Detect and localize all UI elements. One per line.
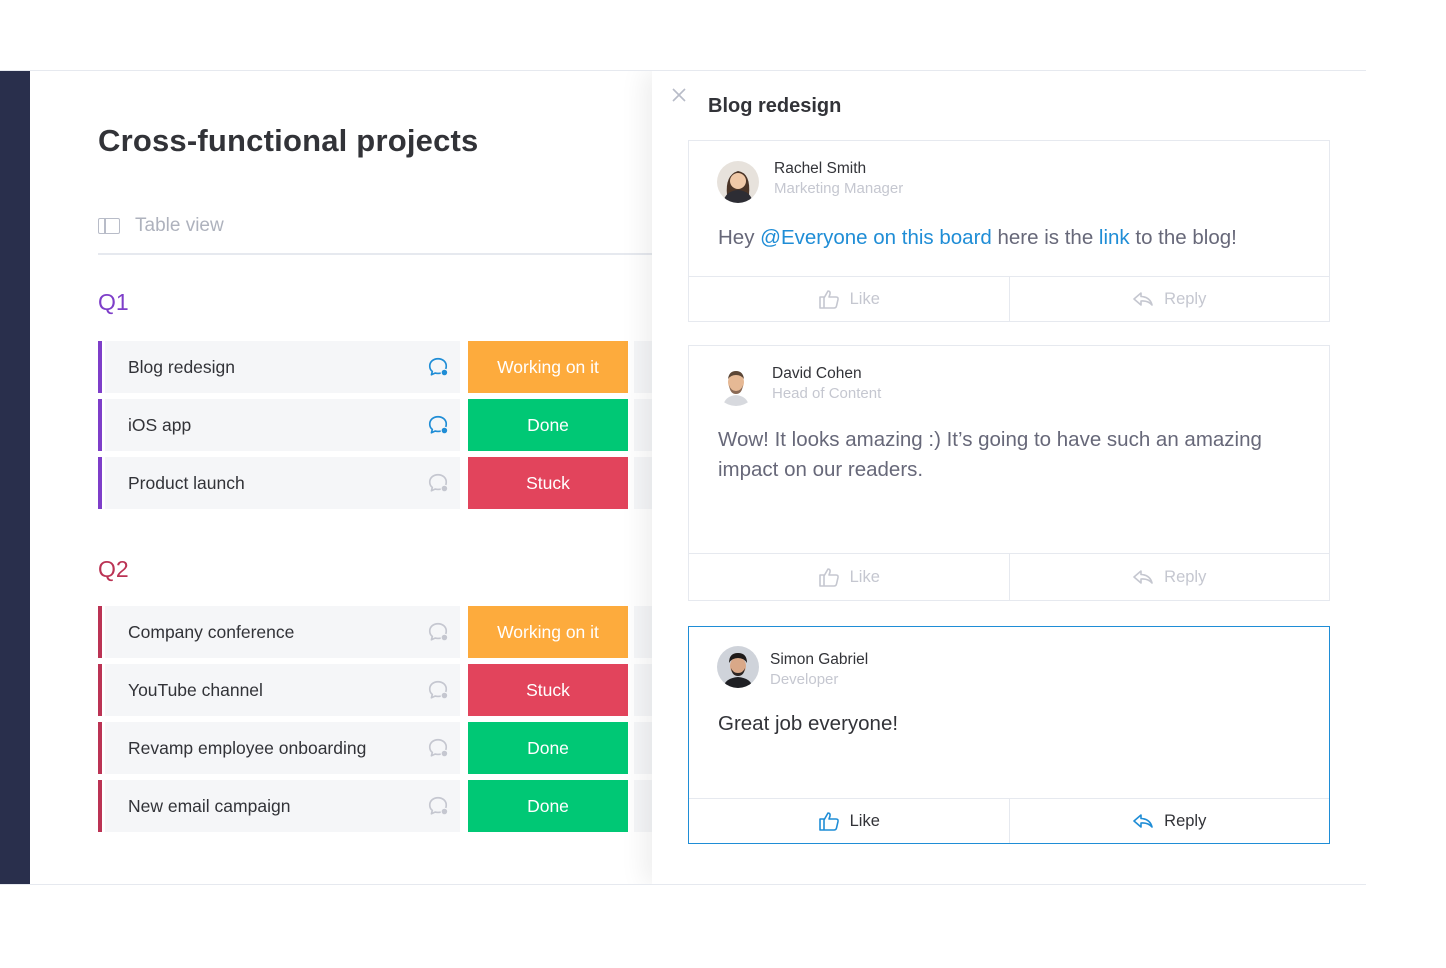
item-name-cell[interactable]: New email campaign (105, 780, 460, 832)
reply-arrow-icon (1133, 814, 1153, 828)
reply-label: Reply (1164, 567, 1207, 586)
item-name: YouTube channel (128, 680, 263, 700)
blog-link[interactable]: link (1099, 226, 1130, 249)
updates-bubble-icon[interactable] (427, 414, 449, 436)
table-row[interactable]: Revamp employee onboarding Done (98, 722, 658, 774)
update-body: Great job everyone! (718, 712, 899, 735)
update-text: here is the (991, 226, 1099, 249)
like-label: Like (849, 811, 880, 830)
reply-label: Reply (1164, 811, 1207, 830)
item-name-cell[interactable]: YouTube channel (105, 664, 460, 716)
item-name: Product launch (128, 473, 245, 493)
reply-arrow-icon (1133, 292, 1153, 306)
item-name: Company conference (128, 622, 295, 642)
group-color-bar (98, 341, 102, 393)
table-view-icon (98, 218, 120, 234)
updates-bubble-icon[interactable] (427, 621, 449, 643)
thumbs-up-icon (818, 812, 839, 831)
reply-button[interactable]: Reply (1008, 799, 1330, 843)
status-cell[interactable]: Stuck (468, 457, 628, 509)
updates-bubble-icon[interactable] (427, 356, 449, 378)
avatar (717, 161, 759, 203)
update-author[interactable]: Rachel Smith (774, 160, 866, 178)
update-author-role: Marketing Manager (774, 180, 904, 197)
mention-link[interactable]: @Everyone on this board (760, 226, 992, 249)
update-author-role: Head of Content (772, 385, 882, 402)
left-navigation-rail (0, 71, 30, 884)
item-name-cell[interactable]: iOS app (105, 399, 460, 451)
group-color-bar (98, 780, 102, 832)
update-author-role: Developer (770, 671, 839, 688)
item-name: Revamp employee onboarding (128, 738, 367, 758)
group-color-bar (98, 664, 102, 716)
app-window: Cross-functional projects Table view Q1 … (0, 70, 1366, 885)
status-cell[interactable]: Working on it (468, 341, 628, 393)
update-card: David Cohen Head of Content Wow! It look… (688, 345, 1330, 601)
tab-table-view-label: Table view (135, 215, 224, 236)
like-button[interactable]: Like (689, 277, 1009, 321)
like-label: Like (849, 289, 880, 308)
group-title-q1[interactable]: Q1 (98, 289, 129, 316)
close-icon[interactable] (671, 87, 687, 103)
item-name: New email campaign (128, 796, 291, 816)
like-button[interactable]: Like (689, 554, 1009, 600)
item-name-cell[interactable]: Blog redesign (105, 341, 460, 393)
tab-table-view[interactable]: Table view (98, 215, 224, 237)
update-actions: Like Reply (689, 553, 1329, 600)
reply-arrow-icon (1133, 570, 1153, 584)
item-updates-panel: Blog redesign Rachel Smith Marketing Man… (652, 71, 1366, 884)
group-color-bar (98, 606, 102, 658)
table-row[interactable]: Blog redesign Working on it (98, 341, 658, 393)
table-row[interactable]: New email campaign Done (98, 780, 658, 832)
updates-bubble-icon[interactable] (427, 472, 449, 494)
like-label: Like (849, 567, 880, 586)
group-color-bar (98, 722, 102, 774)
status-cell[interactable]: Working on it (468, 606, 628, 658)
update-author[interactable]: Simon Gabriel (770, 651, 868, 669)
item-name-cell[interactable]: Product launch (105, 457, 460, 509)
thumbs-up-icon (818, 568, 839, 587)
update-text: Hey (718, 226, 761, 249)
update-card-active: Simon Gabriel Developer Great job everyo… (688, 626, 1330, 844)
update-body: Wow! It looks amazing :) It’s going to h… (718, 428, 1262, 481)
updates-bubble-icon[interactable] (427, 679, 449, 701)
reply-button[interactable]: Reply (1008, 277, 1330, 321)
status-cell[interactable]: Done (468, 399, 628, 451)
reply-label: Reply (1164, 289, 1207, 308)
update-actions: Like Reply (689, 276, 1329, 321)
table-row[interactable]: iOS app Done (98, 399, 658, 451)
update-actions: Like Reply (689, 798, 1329, 843)
update-text: to the blog! (1129, 226, 1237, 249)
group-color-bar (98, 399, 102, 451)
status-cell[interactable]: Done (468, 780, 628, 832)
item-name-cell[interactable]: Company conference (105, 606, 460, 658)
status-cell[interactable]: Stuck (468, 664, 628, 716)
tab-divider (98, 253, 658, 255)
reply-button[interactable]: Reply (1008, 554, 1330, 600)
updates-bubble-icon[interactable] (427, 737, 449, 759)
group-color-bar (98, 457, 102, 509)
item-name: iOS app (128, 415, 192, 435)
updates-bubble-icon[interactable] (427, 795, 449, 817)
table-row[interactable]: Product launch Stuck (98, 457, 658, 509)
panel-title: Blog redesign (708, 95, 842, 117)
item-name: Blog redesign (128, 357, 236, 377)
avatar (715, 364, 757, 406)
group-title-q2[interactable]: Q2 (98, 556, 129, 583)
avatar (717, 646, 759, 688)
table-row[interactable]: YouTube channel Stuck (98, 664, 658, 716)
thumbs-up-icon (818, 290, 839, 309)
like-button[interactable]: Like (689, 799, 1009, 843)
item-name-cell[interactable]: Revamp employee onboarding (105, 722, 460, 774)
table-row[interactable]: Company conference Working on it (98, 606, 658, 658)
update-author[interactable]: David Cohen (772, 365, 862, 383)
board-title: Cross-functional projects (98, 123, 479, 158)
update-body: Hey @Everyone on this board here is the … (718, 223, 1237, 253)
update-card: Rachel Smith Marketing Manager Hey @Ever… (688, 140, 1330, 322)
status-cell[interactable]: Done (468, 722, 628, 774)
